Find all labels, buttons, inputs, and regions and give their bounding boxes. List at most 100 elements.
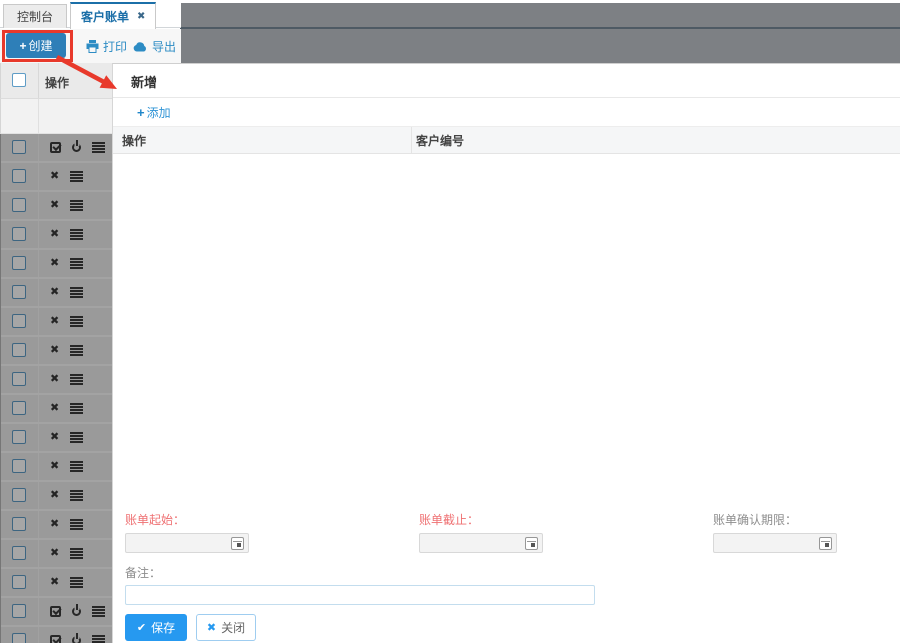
row-checkbox[interactable] — [12, 313, 26, 328]
bill-end-label: 账单截止： — [419, 513, 480, 527]
power-icon[interactable] — [72, 604, 81, 616]
table-row: ✖ — [1, 163, 112, 192]
table-row: ✖ — [1, 395, 112, 424]
times-icon[interactable]: ✖ — [50, 548, 59, 559]
save-button[interactable]: ✔ 保存 — [125, 614, 187, 641]
row-checkbox[interactable] — [12, 168, 26, 183]
times-icon[interactable]: ✖ — [50, 229, 59, 240]
times-icon[interactable]: ✖ — [50, 403, 59, 414]
panel-table-header: 操作 客户编号 — [113, 126, 900, 154]
table-row: ✖ — [1, 250, 112, 279]
print-button[interactable]: 打印 — [86, 38, 127, 55]
menu-icon[interactable] — [70, 461, 84, 472]
power-icon[interactable] — [72, 140, 81, 152]
calendar-icon[interactable] — [819, 537, 832, 550]
row-checkbox[interactable] — [12, 603, 26, 618]
row-checkbox[interactable] — [12, 545, 26, 560]
check-square-icon[interactable] — [50, 606, 61, 617]
tab-close-icon[interactable]: ✖ — [137, 11, 145, 22]
bill-confirm-field: 账单确认期限： — [713, 511, 837, 553]
menu-icon[interactable] — [92, 142, 105, 153]
table-filter-row — [0, 99, 112, 134]
times-icon[interactable]: ✖ — [50, 287, 59, 298]
times-icon[interactable]: ✖ — [50, 461, 59, 472]
row-checkbox[interactable] — [12, 429, 26, 444]
menu-icon[interactable] — [70, 490, 84, 501]
menu-icon[interactable] — [70, 577, 84, 588]
calendar-icon[interactable] — [525, 537, 538, 550]
menu-icon[interactable] — [70, 171, 84, 182]
bill-start-datebox — [125, 533, 249, 553]
times-icon[interactable]: ✖ — [50, 200, 59, 211]
times-icon[interactable]: ✖ — [50, 316, 59, 327]
table-row: ✖ — [1, 511, 112, 540]
menu-icon[interactable] — [70, 258, 84, 269]
row-checkbox[interactable] — [12, 284, 26, 299]
row-actions: ✖ — [50, 374, 84, 385]
add-row-button[interactable]: + 添加 — [137, 104, 171, 121]
times-icon[interactable]: ✖ — [50, 345, 59, 356]
bill-start-input[interactable] — [126, 534, 248, 552]
times-icon[interactable]: ✖ — [50, 577, 59, 588]
row-checkbox[interactable] — [12, 400, 26, 415]
bill-start-label: 账单起始： — [125, 513, 186, 527]
check-square-icon[interactable] — [50, 142, 61, 153]
times-icon[interactable]: ✖ — [50, 519, 59, 530]
menu-icon[interactable] — [70, 432, 84, 443]
row-checkbox[interactable] — [12, 371, 26, 386]
calendar-icon[interactable] — [231, 537, 244, 550]
times-icon[interactable]: ✖ — [50, 171, 59, 182]
table-row — [1, 134, 112, 163]
row-checkbox[interactable] — [12, 574, 26, 589]
row-checkbox[interactable] — [12, 139, 26, 154]
menu-icon[interactable] — [92, 635, 105, 643]
menu-icon[interactable] — [70, 229, 84, 240]
table-row — [1, 598, 112, 627]
row-actions: ✖ — [50, 577, 84, 588]
row-actions — [50, 633, 105, 643]
row-actions: ✖ — [50, 258, 84, 269]
create-button[interactable]: + 创建 — [6, 33, 66, 58]
row-checkbox[interactable] — [12, 197, 26, 212]
left-table-rows: ✖ ✖ ✖ ✖ ✖ ✖ ✖ ✖ ✖ ✖ ✖ ✖ ✖ ✖ ✖ — [0, 134, 112, 643]
times-icon[interactable]: ✖ — [50, 432, 59, 443]
times-icon[interactable]: ✖ — [50, 374, 59, 385]
remark-input[interactable] — [125, 585, 595, 605]
backdrop-divider — [180, 27, 900, 29]
times-icon[interactable]: ✖ — [50, 258, 59, 269]
menu-icon[interactable] — [70, 403, 84, 414]
tab-customer-bills[interactable]: 客户账单 ✖ — [70, 2, 157, 29]
row-checkbox[interactable] — [12, 458, 26, 473]
table-row: ✖ — [1, 279, 112, 308]
menu-icon[interactable] — [70, 200, 84, 211]
bill-confirm-input[interactable] — [714, 534, 836, 552]
row-actions: ✖ — [50, 432, 84, 443]
row-checkbox[interactable] — [12, 487, 26, 502]
row-actions — [50, 604, 105, 617]
menu-icon[interactable] — [70, 316, 84, 327]
check-square-icon[interactable] — [50, 635, 61, 643]
power-icon[interactable] — [72, 633, 81, 643]
row-actions — [50, 140, 105, 153]
table-row: ✖ — [1, 366, 112, 395]
menu-icon[interactable] — [70, 548, 84, 559]
panel-title: 新增 — [131, 75, 158, 90]
tab-console[interactable]: 控制台 — [3, 4, 68, 28]
close-button[interactable]: ✖ 关闭 — [196, 614, 256, 641]
row-checkbox[interactable] — [12, 255, 26, 270]
table-header-row: 操作 — [0, 63, 112, 99]
select-all-checkbox[interactable] — [12, 73, 26, 87]
menu-icon[interactable] — [70, 519, 84, 530]
row-checkbox[interactable] — [12, 342, 26, 357]
menu-icon[interactable] — [70, 374, 84, 385]
menu-icon[interactable] — [70, 345, 84, 356]
row-checkbox[interactable] — [12, 516, 26, 531]
row-checkbox[interactable] — [12, 226, 26, 241]
export-button[interactable]: 导出 — [133, 38, 176, 55]
bill-end-input[interactable] — [420, 534, 542, 552]
menu-icon[interactable] — [92, 606, 105, 617]
tab-label: 控制台 — [17, 10, 54, 24]
menu-icon[interactable] — [70, 287, 84, 298]
row-checkbox[interactable] — [12, 632, 26, 643]
times-icon[interactable]: ✖ — [50, 490, 59, 501]
